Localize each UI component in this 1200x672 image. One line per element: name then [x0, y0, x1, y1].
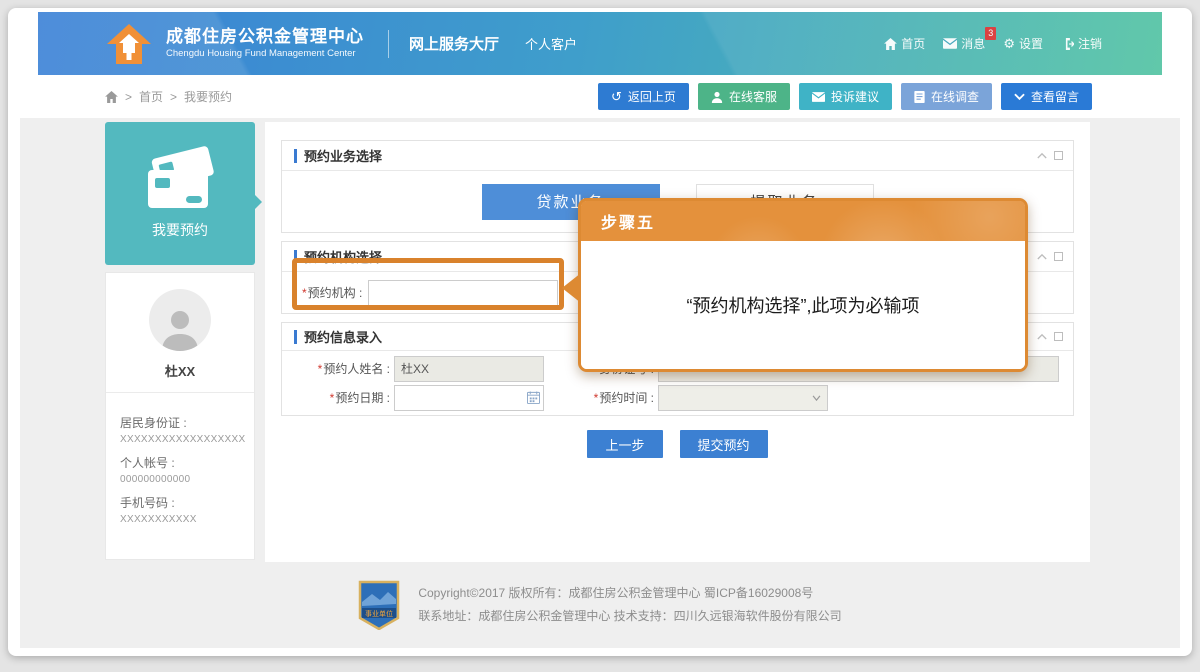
survey-button[interactable]: 在线调查 — [901, 83, 992, 110]
org-name-en: Chengdu Housing Fund Management Center — [166, 49, 364, 60]
contact-line: 联系地址：成都住房公积金管理中心 技术支持：四川久远银海软件股份有限公司 — [418, 605, 841, 628]
required-marker: * — [302, 286, 307, 300]
id-card-value: XXXXXXXXXXXXXXXXXX — [120, 434, 242, 445]
home-icon — [884, 38, 897, 50]
footer-badge-icon: 事业单位 — [358, 580, 400, 630]
content-area: 我要预约 杜XX 居民身份证 : XXXXXXXXXXXXXXXXXX 个人帐号… — [20, 118, 1180, 648]
required-marker: * — [330, 391, 335, 405]
menu-home[interactable]: 首页 — [884, 35, 925, 52]
site-header: 成都住房公积金管理中心 Chengdu Housing Fund Managem… — [38, 12, 1162, 75]
tooltip-header: 步骤五 — [581, 201, 1025, 241]
sidebar-arrow — [254, 194, 262, 210]
collapse-icon[interactable] — [1037, 253, 1047, 260]
panel-accent-bar — [294, 330, 297, 344]
menu-logout[interactable]: 注销 — [1061, 35, 1102, 52]
breadcrumb-sep: > — [170, 90, 177, 104]
menu-settings[interactable]: ⚙ 设置 — [1003, 35, 1043, 52]
tooltip-text: “预约机构选择”,此项为必输项 — [687, 292, 920, 318]
breadcrumb-sep: > — [125, 90, 132, 104]
profile-fields: 居民身份证 : XXXXXXXXXXXXXXXXXX 个人帐号 : 000000… — [106, 393, 254, 525]
user-menu: 首页 消息 3 ⚙ 设置 注销 — [884, 35, 1102, 52]
phone-label: 手机号码 : — [120, 494, 242, 511]
sidebar-item-label: 我要预约 — [152, 220, 208, 240]
org-name-cn: 成都住房公积金管理中心 — [166, 27, 364, 47]
online-service-button[interactable]: 在线客服 — [698, 83, 790, 110]
previous-step-button[interactable]: 上一步 — [587, 430, 662, 458]
person-icon — [711, 91, 723, 103]
chevron-down-icon — [1014, 93, 1025, 101]
footer: 事业单位 Copyright©2017 版权所有：成都住房公积金管理中心 蜀IC… — [20, 580, 1180, 630]
nav-service-hall[interactable]: 网上服务大厅 — [409, 33, 499, 54]
envelope-icon — [812, 92, 825, 102]
window-icon[interactable] — [1054, 332, 1063, 341]
gear-icon: ⚙ — [1003, 37, 1015, 50]
required-marker: * — [594, 391, 599, 405]
toolbar: > 首页 > 我要预约 ↺ 返回上页 在线客服 投诉建议 在线调查 — [38, 75, 1162, 118]
date-field-label: 预约日期 : — [335, 391, 390, 405]
copyright-line: Copyright©2017 版权所有：成都住房公积金管理中心 蜀ICP备160… — [418, 582, 841, 605]
document-icon — [914, 91, 925, 103]
back-button[interactable]: ↺ 返回上页 — [598, 83, 689, 110]
account-label: 个人帐号 : — [120, 454, 242, 471]
calendar-icon[interactable] — [527, 391, 540, 404]
action-row: 上一步 提交预约 — [265, 430, 1090, 458]
header-nav: 网上服务大厅 个人客户 — [409, 33, 577, 54]
applicant-name-input — [394, 356, 544, 382]
mail-icon — [943, 38, 957, 49]
breadcrumb-home[interactable]: 首页 — [139, 88, 163, 105]
view-messages-button[interactable]: 查看留言 — [1001, 83, 1092, 110]
branch-field-label: 预约机构 : — [308, 286, 363, 300]
appointment-time-select[interactable] — [658, 385, 828, 411]
nav-personal-client[interactable]: 个人客户 — [525, 34, 577, 53]
avatar — [149, 289, 211, 351]
logout-icon — [1061, 38, 1074, 50]
menu-messages[interactable]: 消息 3 — [943, 35, 985, 52]
sidebar-item-appointment[interactable]: 我要预约 — [105, 122, 255, 265]
name-field-label: 预约人姓名 : — [323, 362, 390, 376]
select-chevron-icon — [812, 395, 821, 401]
phone-value: XXXXXXXXXXX — [120, 514, 242, 525]
profile-name: 杜XX — [106, 361, 254, 380]
collapse-icon[interactable] — [1037, 333, 1047, 340]
toolbar-buttons: ↺ 返回上页 在线客服 投诉建议 在线调查 查看留言 — [598, 83, 1092, 110]
appointment-date-input[interactable] — [394, 385, 544, 411]
suggestions-button[interactable]: 投诉建议 — [799, 83, 892, 110]
header-divider — [388, 30, 389, 58]
breadcrumb-home-icon[interactable] — [105, 91, 118, 103]
cards-icon — [138, 146, 222, 212]
panel-accent-bar — [294, 250, 297, 264]
org-names: 成都住房公积金管理中心 Chengdu Housing Fund Managem… — [166, 27, 364, 60]
id-card-label: 居民身份证 : — [120, 414, 242, 431]
panel-accent-bar — [294, 149, 297, 163]
breadcrumb-current: 我要预约 — [184, 88, 232, 105]
page: 成都住房公积金管理中心 Chengdu Housing Fund Managem… — [8, 8, 1192, 656]
window-icon[interactable] — [1054, 151, 1063, 160]
tooltip-step-title: 步骤五 — [601, 209, 655, 233]
logo-house-icon — [104, 22, 154, 66]
step-tooltip: 步骤五 “预约机构选择”,此项为必输项 — [578, 198, 1028, 372]
breadcrumb: > 首页 > 我要预约 — [105, 88, 232, 105]
required-marker: * — [318, 362, 323, 376]
collapse-icon[interactable] — [1037, 152, 1047, 159]
footer-badge-label: 事业单位 — [365, 609, 393, 618]
tooltip-arrow — [562, 273, 581, 303]
branch-input[interactable] — [368, 280, 558, 306]
submit-appointment-button[interactable]: 提交预约 — [680, 430, 768, 458]
panel-title: 预约业务选择 — [304, 146, 1037, 165]
window-icon[interactable] — [1054, 252, 1063, 261]
refresh-icon: ↺ — [611, 90, 622, 103]
account-value: 000000000000 — [120, 474, 242, 485]
time-field-label: 预约时间 : — [599, 391, 654, 405]
profile-card: 杜XX 居民身份证 : XXXXXXXXXXXXXXXXXX 个人帐号 : 00… — [105, 272, 255, 560]
message-count-badge: 3 — [985, 27, 996, 40]
